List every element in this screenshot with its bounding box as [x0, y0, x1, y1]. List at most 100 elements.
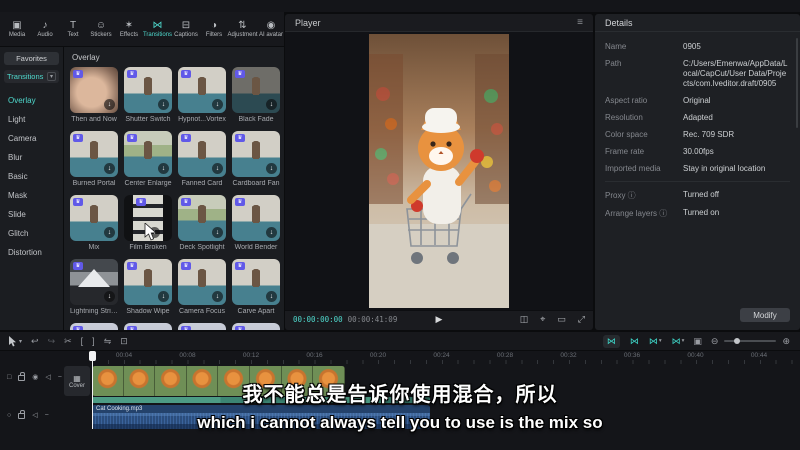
- download-icon[interactable]: ↓: [104, 99, 115, 110]
- ratio-icon[interactable]: ▭: [557, 314, 566, 325]
- transition-thumbnail[interactable]: ♛↓: [124, 131, 172, 177]
- transition-item-mix[interactable]: ♛↓Mix: [70, 195, 118, 251]
- sidebar-item-distortion[interactable]: Distortion: [0, 243, 63, 262]
- focus-icon[interactable]: ⌖: [540, 314, 545, 325]
- sidebar-item-light[interactable]: Light: [0, 110, 63, 129]
- transition-d-icon[interactable]: ⋈: [672, 336, 681, 347]
- preview-axis-icon[interactable]: ▣: [693, 336, 702, 347]
- transition-item[interactable]: ♛: [232, 323, 280, 330]
- mirror-icon[interactable]: ⇋: [104, 336, 112, 347]
- transition-item[interactable]: ♛: [178, 323, 226, 330]
- transition-thumbnail[interactable]: ♛: [232, 323, 280, 330]
- transition-c-icon-caret[interactable]: ▾: [659, 338, 662, 344]
- transition-thumbnail[interactable]: ♛↓: [124, 67, 172, 113]
- download-icon[interactable]: ↓: [158, 163, 169, 174]
- download-icon[interactable]: ↓: [266, 227, 277, 238]
- transition-thumbnail[interactable]: ♛: [124, 323, 172, 330]
- audio-type-icon[interactable]: ○: [7, 412, 11, 419]
- sidebar-item-basic[interactable]: Basic: [0, 167, 63, 186]
- transition-thumbnail[interactable]: ♛↓: [178, 195, 226, 241]
- sidebar-item-slide[interactable]: Slide: [0, 205, 63, 224]
- transition-thumbnail[interactable]: ♛↓: [70, 67, 118, 113]
- toolbar-item-transitions[interactable]: ⋈Transitions: [144, 20, 171, 38]
- play-button[interactable]: ▶: [436, 314, 443, 325]
- transition-b-icon[interactable]: ⋈: [630, 336, 639, 347]
- transition-thumbnail[interactable]: ♛↓: [178, 259, 226, 305]
- timeline-ruler[interactable]: 00:0400:0800:1200:1600:2000:2400:2800:32…: [92, 351, 800, 364]
- compare-icon[interactable]: ◫: [520, 314, 529, 325]
- toolbar-item-stickers[interactable]: ☺Stickers: [88, 20, 114, 38]
- clip-type-icon[interactable]: □: [7, 374, 11, 381]
- transition-item-center-enlarge[interactable]: ♛↓Center Enlarge: [124, 131, 172, 187]
- transition-item-hypnot-vortex[interactable]: ♛↓Hypnot...Vortex: [178, 67, 226, 123]
- transition-thumbnail[interactable]: ♛↓: [124, 259, 172, 305]
- eye-icon[interactable]: ◉: [32, 373, 38, 381]
- mute-icon[interactable]: ◁: [45, 373, 50, 381]
- download-icon[interactable]: ↓: [212, 99, 223, 110]
- modify-button[interactable]: Modify: [740, 308, 790, 322]
- transition-thumbnail[interactable]: ♛↓: [178, 131, 226, 177]
- transition-item[interactable]: ♛: [70, 323, 118, 330]
- sidebar-item-glitch[interactable]: Glitch: [0, 224, 63, 243]
- transition-item-camera-focus[interactable]: ♛↓Camera Focus: [178, 259, 226, 315]
- download-icon[interactable]: ↓: [266, 99, 277, 110]
- redo-icon[interactable]: ↪: [48, 336, 56, 347]
- collapse-icon[interactable]: −: [45, 412, 49, 419]
- transition-item-world-bender[interactable]: ♛↓World Bender: [232, 195, 280, 251]
- lock-icon[interactable]: [18, 413, 25, 419]
- download-icon[interactable]: ↓: [158, 291, 169, 302]
- trim-left-icon[interactable]: [: [81, 336, 84, 347]
- transition-a-icon[interactable]: ⋈: [603, 335, 620, 348]
- toolbar-item-media[interactable]: ▣Media: [4, 20, 30, 38]
- audio-clip[interactable]: Cat Cooking.mp3: [92, 405, 430, 429]
- toolbar-item-text[interactable]: TText: [60, 20, 86, 38]
- transition-thumbnail[interactable]: ♛↓: [232, 67, 280, 113]
- trim-right-icon[interactable]: ]: [92, 336, 95, 347]
- toolbar-item-filters[interactable]: ◑Filters: [201, 20, 227, 38]
- transition-item[interactable]: ♛: [124, 323, 172, 330]
- transition-item-lightning-strike[interactable]: ♛↓Lightning Strike: [70, 259, 118, 315]
- transition-thumbnail[interactable]: ♛: [70, 323, 118, 330]
- transition-item-cardboard-fan[interactable]: ♛↓Cardboard Fan: [232, 131, 280, 187]
- transition-thumbnail[interactable]: ♛↓: [70, 131, 118, 177]
- zoom-in-icon[interactable]: ⊕: [782, 336, 790, 347]
- player-menu-icon[interactable]: ≡: [577, 17, 583, 28]
- download-icon[interactable]: ↓: [158, 99, 169, 110]
- cover-button[interactable]: ▦ Cover: [64, 366, 90, 396]
- download-icon[interactable]: ↓: [104, 163, 115, 174]
- download-icon[interactable]: ↓: [104, 227, 115, 238]
- lock-icon[interactable]: [18, 375, 25, 381]
- zoom-slider-knob[interactable]: [734, 338, 740, 344]
- transition-item-deck-spotlight[interactable]: ♛↓Deck Spotlight: [178, 195, 226, 251]
- download-icon[interactable]: ↓: [266, 163, 277, 174]
- transition-item-film-broken[interactable]: ♛↓Film Broken: [124, 195, 172, 251]
- transition-thumbnail[interactable]: ♛↓: [232, 131, 280, 177]
- download-icon[interactable]: ↓: [212, 227, 223, 238]
- transition-c-icon[interactable]: ⋈: [649, 336, 658, 347]
- collapse-group-icon[interactable]: ▾: [47, 72, 56, 81]
- fullscreen-icon[interactable]: ⤢: [578, 314, 585, 325]
- sidebar-item-camera[interactable]: Camera: [0, 129, 63, 148]
- transition-item-then-and-now[interactable]: ♛↓Then and Now: [70, 67, 118, 123]
- toolbar-item-audio[interactable]: ♪Audio: [32, 20, 58, 38]
- crop-icon[interactable]: ⊡: [120, 336, 128, 347]
- toolbar-item-ai-avatar[interactable]: ◉AI avatar: [258, 20, 284, 38]
- sidebar-item-blur[interactable]: Blur: [0, 148, 63, 167]
- download-icon[interactable]: ↓: [104, 291, 115, 302]
- transition-item-shadow-wipe[interactable]: ♛↓Shadow Wipe: [124, 259, 172, 315]
- sidebar-item-overlay[interactable]: Overlay: [0, 91, 63, 110]
- sidebar-favorites-button[interactable]: Favorites: [4, 52, 59, 65]
- transition-item-shutter-switch[interactable]: ♛↓Shutter Switch: [124, 67, 172, 123]
- timeline-zoom-slider[interactable]: [724, 340, 776, 342]
- transition-d-icon-caret[interactable]: ▾: [682, 338, 685, 344]
- video-preview[interactable]: [369, 34, 509, 308]
- details-scrollbar[interactable]: [796, 38, 798, 128]
- select-tool-icon[interactable]: [8, 336, 17, 347]
- text-track-clip[interactable]: [92, 397, 430, 403]
- transition-thumbnail[interactable]: ♛↓: [178, 67, 226, 113]
- download-icon[interactable]: ↓: [266, 291, 277, 302]
- transition-thumbnail[interactable]: ♛↓: [70, 195, 118, 241]
- download-icon[interactable]: ↓: [212, 291, 223, 302]
- transition-thumbnail[interactable]: ♛↓: [70, 259, 118, 305]
- transition-thumbnail[interactable]: ♛: [178, 323, 226, 330]
